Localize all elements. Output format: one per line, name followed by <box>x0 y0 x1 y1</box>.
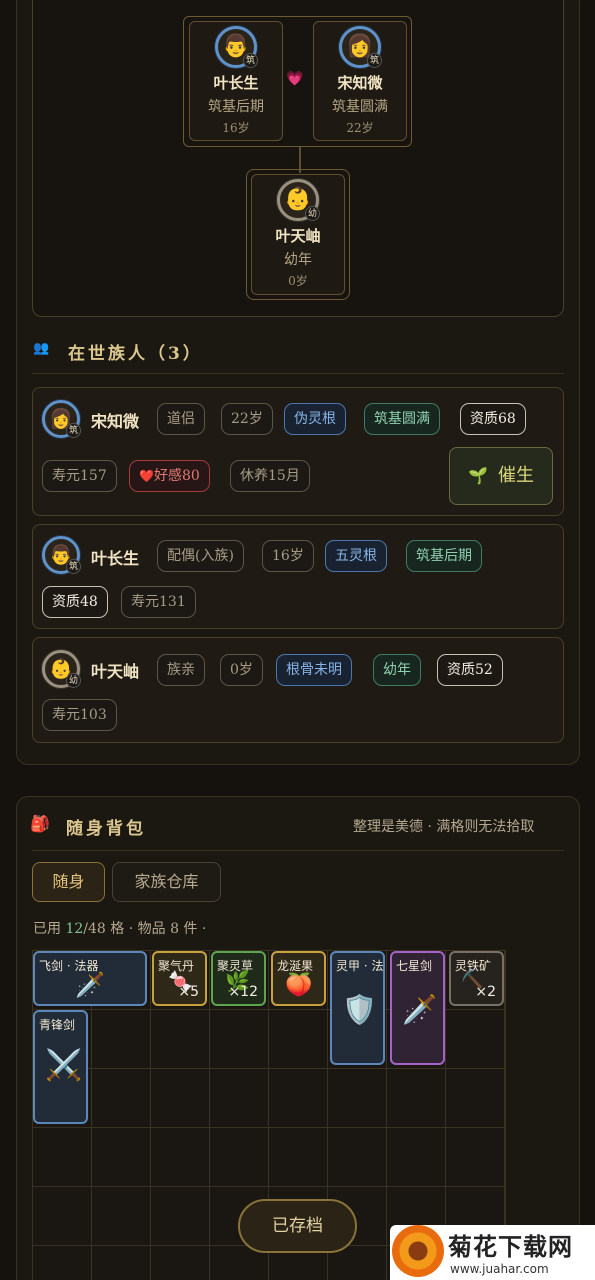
crossed-swords-icon: ⚔️ <box>45 1048 83 1083</box>
realm-badge: 筑 <box>66 423 81 438</box>
tag-relation: 配偶(入族) <box>157 540 244 572</box>
realm-badge: 幼 <box>66 673 81 688</box>
item-count: ×2 <box>475 984 496 1000</box>
item-flying-sword[interactable]: 飞剑 · 法器 🗡️ <box>33 951 147 1006</box>
person-stage: 幼年 <box>284 252 312 268</box>
heart-icon: ❤️ <box>139 469 154 483</box>
tab-carry[interactable]: 随身 <box>32 862 105 902</box>
realm-badge: 筑 <box>367 53 382 68</box>
tag-rest: 休养15月 <box>230 460 310 492</box>
used-label: 已用 <box>33 921 61 937</box>
tree-card-mother[interactable]: 👩 筑 宋知微 筑基圆满 22岁 <box>313 21 407 141</box>
backpack-icon: 🎒 <box>30 814 50 833</box>
item-qi-pill[interactable]: 聚气丹 🍬 ×5 <box>152 951 207 1006</box>
avatar: 👩 筑 <box>339 26 382 68</box>
avatar: 👶 幼 <box>42 650 81 688</box>
tag-aptitude: 资质48 <box>42 586 108 618</box>
avatar: 👶 幼 <box>277 179 320 221</box>
tag-root: 五灵根 <box>325 540 387 572</box>
flower-logo-icon <box>392 1225 444 1277</box>
realm-badge: 幼 <box>305 206 320 221</box>
member-card-3[interactable]: 👶 幼 叶天岫 族亲 0岁 根骨未明 幼年 资质52 寿元103 <box>32 637 564 743</box>
person-name: 叶天岫 <box>275 227 321 245</box>
tag-aptitude: 资质52 <box>437 654 503 686</box>
person-name: 宋知微 <box>337 74 383 92</box>
person-age: 0岁 <box>288 274 308 288</box>
heart-icon: 💗 <box>286 71 304 87</box>
item-green-blade[interactable]: 青锋剑 ⚔️ <box>33 1010 88 1124</box>
tag-relation: 族亲 <box>157 654 205 686</box>
divider <box>32 850 564 851</box>
person-name: 叶长生 <box>213 74 259 92</box>
watermark-url: www.juahar.com <box>450 1262 549 1276</box>
realm-badge: 筑 <box>66 559 81 574</box>
item-name: 青锋剑 <box>39 1018 76 1032</box>
tag-age: 0岁 <box>220 654 263 686</box>
tag-age: 16岁 <box>262 540 314 572</box>
tag-root: 根骨未明 <box>276 654 352 686</box>
bag-title: 随身背包 <box>66 819 146 839</box>
watermark-title: 菊花下载网 <box>448 1233 573 1261</box>
members-title: 在世族人（3） <box>68 344 203 364</box>
item-name: 灵甲 · 法 <box>336 959 384 973</box>
item-spirit-herb[interactable]: 聚灵草 🌿 ×12 <box>211 951 266 1006</box>
tab-clan-storage[interactable]: 家族仓库 <box>112 862 221 902</box>
tag-favor: ❤️好感80 <box>129 460 210 492</box>
tag-realm: 幼年 <box>373 654 421 686</box>
avatar: 👨 筑 <box>42 536 81 574</box>
avatar: 👩 筑 <box>42 400 81 438</box>
tag-realm: 筑基后期 <box>406 540 482 572</box>
tag-age: 22岁 <box>221 403 273 435</box>
person-stage: 筑基圆满 <box>332 99 388 115</box>
item-dragon-fruit[interactable]: 龙涎果 🍑 <box>271 951 326 1006</box>
shield-icon: 🛡️ <box>342 993 377 1026</box>
tag-realm: 筑基圆满 <box>364 403 440 435</box>
item-name: 七星剑 <box>396 959 433 973</box>
person-age: 16岁 <box>222 121 250 135</box>
item-name: 龙涎果 <box>277 959 314 973</box>
person-age: 22岁 <box>346 121 374 135</box>
tag-lifespan: 寿元131 <box>121 586 196 618</box>
person-stage: 筑基后期 <box>208 99 264 115</box>
member-name: 宋知微 <box>91 412 140 431</box>
item-count: ×5 <box>178 984 199 1000</box>
urge-birth-button[interactable]: 🌱 催生 <box>449 447 553 505</box>
tag-aptitude: 资质68 <box>460 403 526 435</box>
bag-hint: 整理是美德 · 满格则无法拾取 <box>353 819 535 835</box>
item-spirit-armor[interactable]: 灵甲 · 法 🛡️ <box>330 951 385 1065</box>
used-count: 12 <box>65 921 84 937</box>
saved-button[interactable]: 已存档 <box>238 1199 357 1253</box>
member-name: 叶长生 <box>91 549 140 568</box>
avatar: 👨 筑 <box>215 26 258 68</box>
sword-icon: 🗡️ <box>75 971 105 999</box>
member-card-2[interactable]: 👨 筑 叶长生 配偶(入族) 16岁 五灵根 筑基后期 资质48 寿元131 <box>32 524 564 629</box>
item-seven-star-sword[interactable]: 七星剑 🗡️ <box>390 951 445 1065</box>
people-icon: 👥 <box>33 341 50 356</box>
tag-lifespan: 寿元103 <box>42 699 117 731</box>
peach-icon: 🍑 <box>285 973 313 998</box>
tag-root: 伪灵根 <box>284 403 346 435</box>
bag-stats: 已用 12/48 格 · 物品 8 件 · <box>33 918 206 938</box>
sword-icon: 🗡️ <box>402 993 437 1026</box>
favor-label: 好感80 <box>153 468 200 484</box>
tree-card-father[interactable]: 👨 筑 叶长生 筑基后期 16岁 <box>189 21 283 141</box>
sprout-icon: 🌱 <box>468 466 488 485</box>
tag-lifespan: 寿元157 <box>42 460 117 492</box>
realm-badge: 筑 <box>243 53 258 68</box>
urge-birth-label: 催生 <box>497 465 534 486</box>
item-count: ×12 <box>228 984 258 1000</box>
tag-relation: 道侣 <box>157 403 205 435</box>
item-spirit-iron[interactable]: 灵铁矿 ⛏️ ×2 <box>449 951 504 1006</box>
capacity-text: /48 格 · 物品 8 件 · <box>83 921 207 937</box>
tree-card-child[interactable]: 👶 幼 叶天岫 幼年 0岁 <box>251 174 345 295</box>
member-name: 叶天岫 <box>91 662 140 681</box>
